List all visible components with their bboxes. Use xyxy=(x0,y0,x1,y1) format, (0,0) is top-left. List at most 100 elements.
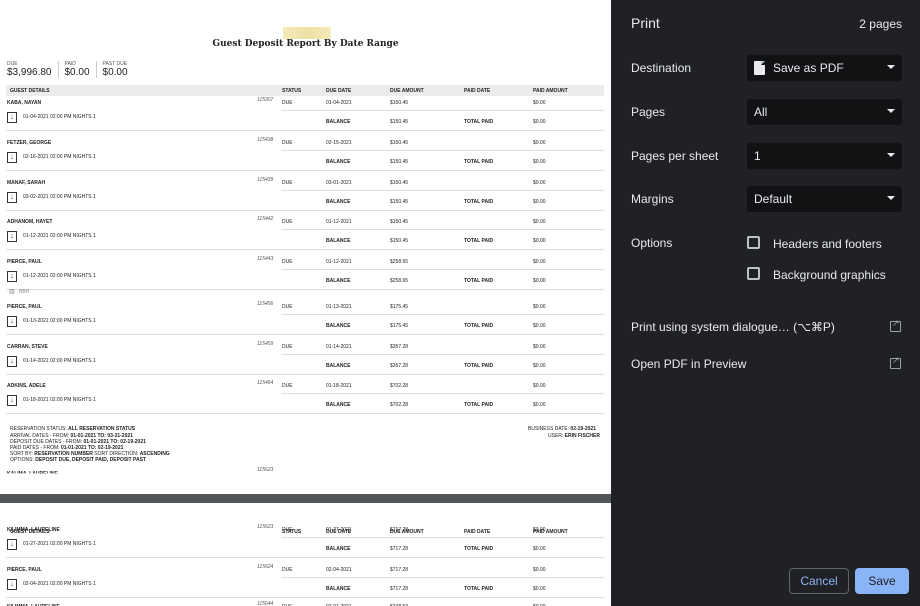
due-amount-value: $150.45 xyxy=(390,100,409,106)
col-due-date: DUE DATE xyxy=(326,88,352,94)
total-due: DUE $3,996.80 xyxy=(7,61,59,78)
reservation-id: 115438 xyxy=(257,137,274,143)
background-graphics-label[interactable]: Background graphics xyxy=(773,268,886,282)
stay-detail: 01-04-2021 02:00 PM NIGHTS 1 xyxy=(23,114,96,120)
balance-label: BALANCE xyxy=(326,586,351,592)
total-paid-label: TOTAL PAID xyxy=(464,159,494,165)
balance-label: BALANCE xyxy=(326,546,351,552)
total-paid-label: TOTAL PAID xyxy=(464,546,494,552)
paid-amount-value: $0.00 xyxy=(533,304,546,310)
balance-value: $702.28 xyxy=(390,402,409,408)
guest-name: PIERCE, PAUL xyxy=(7,304,42,310)
paid-amount-value: $0.00 xyxy=(533,344,546,350)
system-dialog-link[interactable]: Print using system dialogue… (⌥⌘P) xyxy=(631,320,835,334)
col-paid-amount: PAID AMOUNT xyxy=(533,88,568,94)
balance-value: $357.28 xyxy=(390,363,409,369)
balance-value: $150.45 xyxy=(390,238,409,244)
cut-row-name: KALIMA, LAURELINE xyxy=(7,471,58,477)
row-divider xyxy=(282,269,604,270)
row-bottom-rule xyxy=(6,170,604,171)
col-paid-date: PAID DATE xyxy=(464,88,491,94)
row-bottom-rule xyxy=(6,289,604,290)
table-header: GUEST DETAILS STATUS DUE DATE DUE AMOUNT… xyxy=(6,85,604,96)
total-paid-label: TOTAL PAID xyxy=(464,238,494,244)
open-pdf-preview-link[interactable]: Open PDF in Preview xyxy=(631,357,746,371)
destination-select[interactable]: Save as PDF xyxy=(747,55,902,81)
balance-value: $150.45 xyxy=(390,199,409,205)
options-label: Options xyxy=(631,236,673,250)
balance-label: BALANCE xyxy=(326,402,351,408)
due-amount-value: $357.28 xyxy=(390,344,409,350)
headers-footers-checkbox[interactable] xyxy=(747,236,760,249)
balance-value: $175.45 xyxy=(390,323,409,329)
open-external-icon[interactable] xyxy=(890,318,901,332)
stay-detail: 01-12-2021 02:00 PM NIGHTS 1 xyxy=(23,233,96,239)
footer-user: USER: ERIN FISCHER xyxy=(548,433,600,439)
dialog-title: Print xyxy=(631,15,660,31)
due-date-value: 01-13-2021 xyxy=(326,304,352,310)
pages-per-sheet-value: 1 xyxy=(754,149,761,163)
cancel-button[interactable]: Cancel xyxy=(789,568,849,594)
total-paid-label: TOTAL PAID xyxy=(464,586,494,592)
row-bottom-rule xyxy=(6,374,604,375)
reservation-id: 115624 xyxy=(257,564,274,570)
bbh-label: BBH xyxy=(19,289,30,295)
row-bottom-rule xyxy=(6,413,604,414)
footer-options: OPTIONS: DEPOSIT DUE, DEPOSIT PAID, DEPO… xyxy=(10,457,146,463)
total-paid-value: $0.00 xyxy=(533,546,546,552)
headers-footers-label[interactable]: Headers and footers xyxy=(773,237,882,251)
total-paid-value: $0.00 xyxy=(533,278,546,284)
download-arrow-icon: ↓ xyxy=(7,231,17,242)
status-value: DUE xyxy=(282,140,293,146)
total-paid-value: $0.00 xyxy=(533,586,546,592)
background-graphics-checkbox[interactable] xyxy=(747,267,760,280)
pages-per-sheet-label: Pages per sheet xyxy=(631,149,719,163)
report-footer: RESERVATION STATUS: ALL RESERVATION STAT… xyxy=(0,426,611,466)
due-date-value: 01-12-2021 xyxy=(326,219,352,225)
download-arrow-icon: ↓ xyxy=(7,112,17,123)
balance-label: BALANCE xyxy=(326,278,351,284)
total-paid-label: TOTAL PAID xyxy=(464,363,494,369)
due-date-value: 01-12-2021 xyxy=(326,259,352,265)
total-paid-label: TOTAL PAID xyxy=(464,278,494,284)
reservation-id: 115459 xyxy=(257,341,274,347)
status-value: DUE xyxy=(282,180,293,186)
total-paid-label: TOTAL PAID xyxy=(464,199,494,205)
total-paid-value: $0.00 xyxy=(533,199,546,205)
due-date-value: 03-01-2021 xyxy=(326,180,352,186)
balance-value: $150.45 xyxy=(390,159,409,165)
margins-select[interactable]: Default xyxy=(747,186,902,212)
download-arrow-icon: ↓ xyxy=(7,539,17,550)
paid-amount-value: $0.00 xyxy=(533,527,546,533)
total-past-due: PAST DUE $0.00 xyxy=(103,61,134,78)
due-amount-value: $175.45 xyxy=(390,304,409,310)
destination-value: Save as PDF xyxy=(773,61,844,75)
balance-value: $150.45 xyxy=(390,119,409,125)
stay-detail: 01-18-2021 02:00 PM NIGHTS 1 xyxy=(23,397,96,403)
total-paid-value: $0.00 xyxy=(64,67,90,78)
pages-per-sheet-select[interactable]: 1 xyxy=(747,143,902,169)
print-dialog: Print 2 pages Destination Save as PDF Pa… xyxy=(611,0,920,606)
stay-detail: 03-02-2021 02:00 PM NIGHTS 1 xyxy=(23,194,96,200)
total-paid-value: $0.00 xyxy=(533,159,546,165)
row-divider xyxy=(282,537,604,538)
guest-name: CARRAN, STEVE xyxy=(7,344,48,350)
pages-select[interactable]: All xyxy=(747,99,902,125)
hotel-logo xyxy=(283,27,331,39)
save-button[interactable]: Save xyxy=(855,568,909,594)
status-value: DUE xyxy=(282,567,293,573)
row-divider xyxy=(282,150,604,151)
balance-label: BALANCE xyxy=(326,159,351,165)
total-paid-value: $0.00 xyxy=(533,323,546,329)
destination-label: Destination xyxy=(631,61,692,75)
reservation-id: 115623 xyxy=(257,524,274,530)
balance-label: BALANCE xyxy=(326,119,351,125)
download-arrow-icon: ↓ xyxy=(7,395,17,406)
open-external-icon[interactable] xyxy=(890,355,901,369)
total-paid-value: $0.00 xyxy=(533,363,546,369)
status-value: DUE xyxy=(282,344,293,350)
due-amount-value: $150.45 xyxy=(390,219,409,225)
paid-amount-value: $0.00 xyxy=(533,140,546,146)
download-arrow-icon: ↓ xyxy=(7,271,17,282)
total-past-due-value: $0.00 xyxy=(102,67,128,78)
